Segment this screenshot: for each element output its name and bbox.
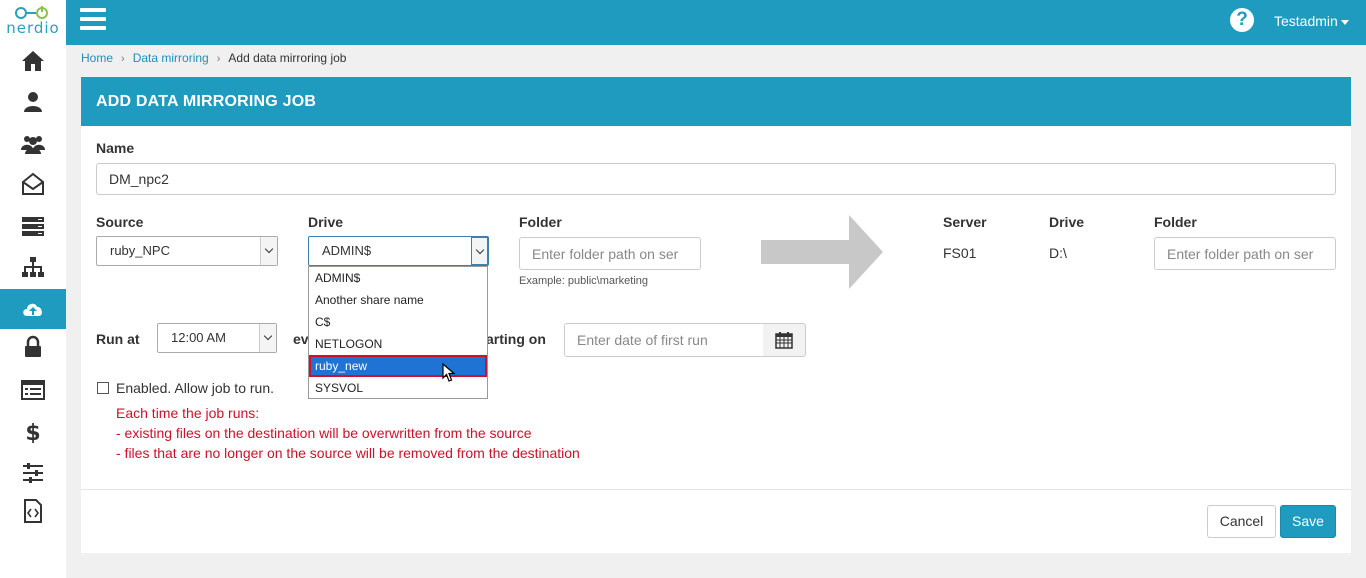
drive-option[interactable]: ADMIN$ — [309, 267, 487, 289]
code-file-icon — [24, 499, 42, 523]
run-at-value: 12:00 AM — [171, 330, 226, 345]
dest-drive-label: Drive — [1049, 214, 1085, 230]
dollar-icon: $ — [25, 421, 40, 443]
chevron-down-icon — [471, 237, 488, 265]
sidebar-item-servers[interactable] — [0, 206, 66, 246]
help-icon[interactable]: ? — [1230, 8, 1254, 32]
sidebar-item-scripts[interactable] — [0, 491, 66, 531]
warning-line-2: - existing files on the destination will… — [116, 425, 532, 441]
user-name: Testadmin — [1274, 13, 1338, 29]
caret-down-icon — [1340, 19, 1349, 25]
run-at-select[interactable]: 12:00 AM — [157, 323, 277, 353]
source-label: Source — [96, 214, 144, 230]
source-value: ruby_NPC — [110, 243, 170, 258]
sidebar-item-mail[interactable] — [0, 164, 66, 204]
calendar-button[interactable] — [763, 323, 806, 357]
drive-dropdown-list: ADMIN$ Another share name C$ NETLOGON ru… — [308, 266, 488, 399]
add-job-panel: ADD DATA MIRRORING JOB Name Source ruby_… — [81, 77, 1351, 553]
warning-line-1: Each time the job runs: — [116, 405, 260, 421]
lock-icon — [25, 335, 41, 357]
folder-label: Folder — [519, 214, 562, 230]
save-button[interactable]: Save — [1280, 505, 1336, 538]
dest-server-label: Server — [943, 214, 987, 230]
sidebar-item-billing[interactable]: $ — [0, 411, 66, 451]
name-label: Name — [96, 140, 135, 156]
dest-server-value: FS01 — [943, 245, 977, 261]
mail-icon — [22, 172, 44, 195]
starting-on-label: arting on — [486, 331, 546, 347]
warning-line-3: - files that are no longer on the source… — [116, 445, 580, 461]
footer-divider — [81, 489, 1351, 490]
sidebar-item-settings[interactable] — [0, 453, 66, 493]
sitemap-icon — [22, 257, 44, 277]
sidebar-item-home[interactable] — [0, 41, 66, 81]
drive-label: Drive — [308, 214, 344, 230]
drive-option-highlighted[interactable]: ruby_new — [309, 355, 487, 377]
sidebar-item-data-mirroring[interactable] — [0, 289, 66, 329]
logo-text: nerdio — [6, 19, 60, 37]
sidebar-item-security[interactable] — [0, 327, 66, 367]
drive-option[interactable]: Another share name — [309, 289, 487, 311]
page-title: ADD DATA MIRRORING JOB — [96, 93, 317, 110]
first-run-date-input[interactable] — [564, 323, 764, 357]
breadcrumb-current: Add data mirroring job — [228, 51, 347, 65]
drive-option[interactable]: C$ — [309, 311, 487, 333]
sidebar-item-list[interactable] — [0, 370, 66, 410]
name-input[interactable] — [96, 163, 1336, 195]
mouse-pointer-icon — [442, 363, 456, 382]
logo-mark-icon — [15, 6, 48, 19]
user-menu[interactable]: Testadmin — [1274, 13, 1349, 29]
frequency-label: ev — [293, 331, 309, 347]
breadcrumb: Home › Data mirroring › Add data mirroring j… — [81, 51, 346, 65]
chevron-down-icon — [260, 237, 277, 265]
server-icon — [22, 217, 44, 236]
source-select[interactable]: ruby_NPC — [96, 236, 278, 266]
home-icon — [22, 51, 44, 71]
breadcrumb-separator-icon: › — [121, 53, 125, 65]
dest-folder-label: Folder — [1154, 214, 1197, 230]
hamburger-menu-icon[interactable] — [80, 8, 106, 32]
panel-header: ADD DATA MIRRORING JOB — [81, 77, 1351, 126]
sidebar-item-users[interactable] — [0, 124, 66, 164]
sidebar-item-network[interactable] — [0, 247, 66, 287]
breadcrumb-separator-icon: › — [216, 53, 221, 65]
source-folder-input[interactable] — [519, 237, 701, 270]
drive-value: ADMIN$ — [322, 243, 372, 258]
breadcrumb-data-mirroring[interactable]: Data mirroring — [133, 51, 209, 65]
dest-drive-value: D:\ — [1049, 245, 1067, 261]
cancel-button[interactable]: Cancel — [1207, 505, 1276, 538]
top-bar: ? Testadmin — [66, 0, 1366, 45]
enabled-checkbox[interactable] — [97, 382, 109, 394]
drive-select[interactable]: ADMIN$ — [308, 236, 489, 266]
drive-option[interactable]: SYSVOL — [309, 377, 487, 399]
run-at-label: Run at — [96, 331, 140, 347]
sliders-icon — [23, 463, 43, 483]
dest-folder-input[interactable] — [1154, 237, 1336, 270]
svg-text:$: $ — [25, 421, 40, 443]
chevron-down-icon — [259, 324, 276, 352]
drive-option[interactable]: NETLOGON — [309, 333, 487, 355]
enabled-label: Enabled. Allow job to run. — [116, 380, 274, 396]
arrow-right-icon — [761, 215, 883, 289]
sidebar: nerdio $ — [0, 0, 66, 578]
folder-example-hint: Example: public\marketing — [519, 275, 649, 287]
breadcrumb-home[interactable]: Home — [81, 51, 113, 65]
sidebar-item-user[interactable] — [0, 82, 66, 122]
nerdio-logo[interactable]: nerdio — [0, 0, 66, 45]
user-icon — [24, 92, 42, 112]
calendar-icon — [775, 332, 793, 349]
cloud-upload-icon — [23, 303, 42, 316]
users-icon — [21, 136, 45, 154]
list-icon — [21, 380, 45, 400]
